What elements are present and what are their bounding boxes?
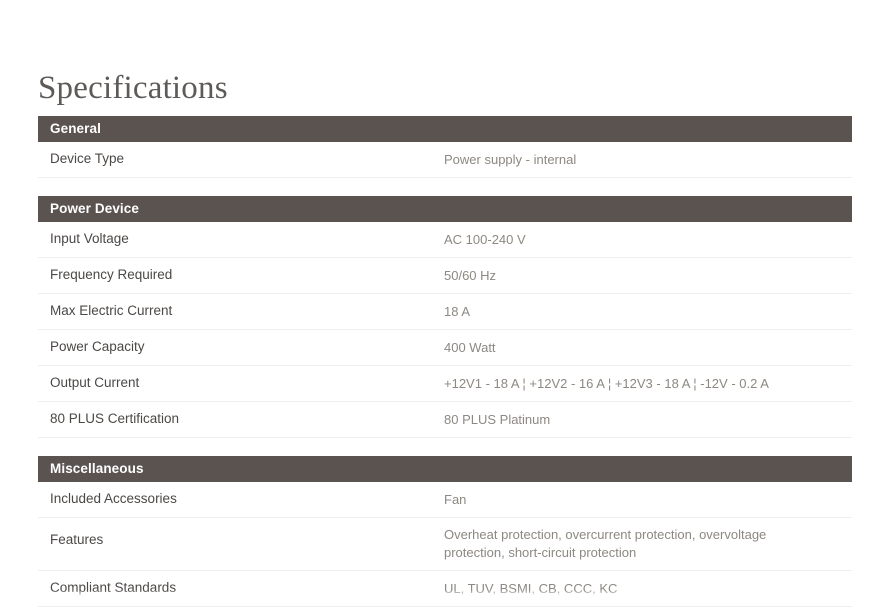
table-row: Included Accessories Fan xyxy=(38,482,852,518)
spec-value: AC 100-240 V xyxy=(444,232,526,247)
spec-value: 80 PLUS Platinum xyxy=(444,412,551,427)
section-spacer xyxy=(38,178,852,196)
section-rows-general: Device Type Power supply - internal xyxy=(38,142,852,178)
page-title: Specifications xyxy=(38,70,228,106)
spec-label: Frequency Required xyxy=(50,267,173,282)
table-row: Power Capacity 400 Watt xyxy=(38,330,852,366)
table-row: Output Current +12V1 - 18 A ¦ +12V2 - 16… xyxy=(38,366,852,402)
section-spacer xyxy=(38,438,852,456)
spec-label: Max Electric Current xyxy=(50,303,173,318)
spec-label: Input Voltage xyxy=(50,231,129,246)
section-header-miscellaneous: Miscellaneous xyxy=(38,456,852,482)
spec-section-general: General Device Type Power supply - inter… xyxy=(38,116,852,178)
spec-section-miscellaneous: Miscellaneous Included Accessories Fan F… xyxy=(38,456,852,607)
spec-value: 50/60 Hz xyxy=(444,268,497,283)
spec-label: Power Capacity xyxy=(50,339,145,354)
section-rows-power-device: Input Voltage AC 100-240 V Frequency Req… xyxy=(38,222,852,438)
table-row: 80 PLUS Certification 80 PLUS Platinum xyxy=(38,402,852,438)
table-row: Input Voltage AC 100-240 V xyxy=(38,222,852,258)
spec-value: 18 A xyxy=(444,304,471,319)
table-row: Features Overheat protection, overcurren… xyxy=(38,518,852,571)
section-header-power-device: Power Device xyxy=(38,196,852,222)
spec-value: Power supply - internal xyxy=(444,152,577,167)
spec-value: 400 Watt xyxy=(444,340,496,355)
specifications-table: General Device Type Power supply - inter… xyxy=(38,116,852,607)
spec-label: Features xyxy=(50,532,104,547)
section-rows-miscellaneous: Included Accessories Fan Features Overhe… xyxy=(38,482,852,607)
spec-label: Output Current xyxy=(50,375,140,390)
spec-value: Fan xyxy=(444,492,467,507)
spec-value: +12V1 - 18 A ¦ +12V2 - 16 A ¦ +12V3 - 18… xyxy=(444,376,769,391)
spec-value: Overheat protection, overcurrent protect… xyxy=(444,527,767,560)
table-row: Device Type Power supply - internal xyxy=(38,142,852,178)
specifications-page: Specifications General Device Type Power… xyxy=(0,0,870,607)
page-bottom-fade xyxy=(0,590,870,602)
table-row: Max Electric Current 18 A xyxy=(38,294,852,330)
spec-section-power-device: Power Device Input Voltage AC 100-240 V … xyxy=(38,196,852,438)
table-row: Frequency Required 50/60 Hz xyxy=(38,258,852,294)
spec-label: Device Type xyxy=(50,151,125,166)
section-header-general: General xyxy=(38,116,852,142)
spec-label: 80 PLUS Certification xyxy=(50,411,180,426)
spec-label: Included Accessories xyxy=(50,491,177,506)
